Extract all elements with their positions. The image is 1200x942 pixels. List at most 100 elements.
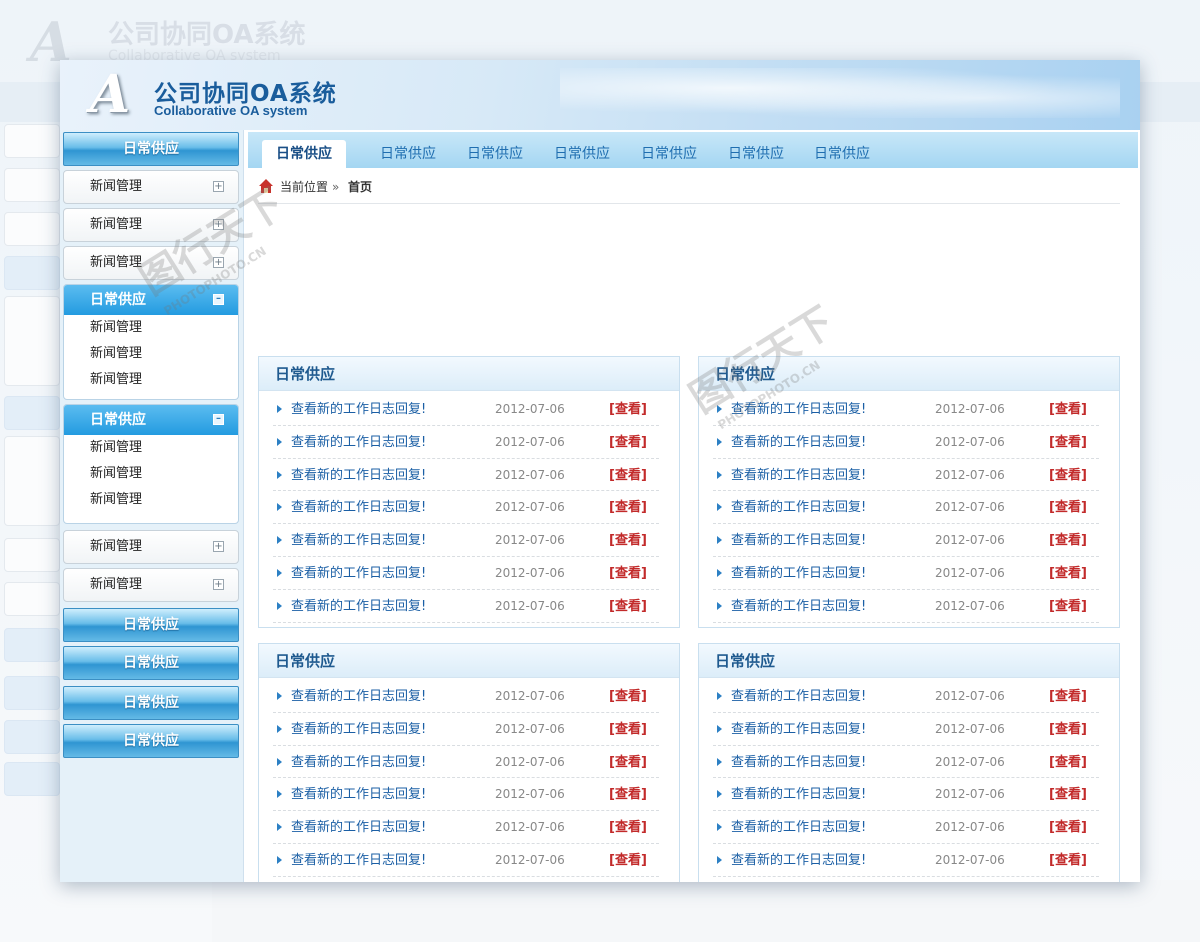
- view-link[interactable]: [查看]: [609, 524, 647, 557]
- item-title-link[interactable]: 查看新的工作日志回复!: [291, 877, 426, 882]
- view-link[interactable]: [查看]: [1049, 557, 1087, 590]
- item-title-link[interactable]: 查看新的工作日志回复!: [291, 491, 426, 524]
- item-title-link[interactable]: 查看新的工作日志回复!: [291, 746, 426, 779]
- tab[interactable]: 日常供应: [366, 140, 450, 168]
- item-title-link[interactable]: 查看新的工作日志回复!: [731, 877, 866, 882]
- minus-icon[interactable]: –: [213, 414, 224, 425]
- item-title-link[interactable]: 查看新的工作日志回复!: [291, 778, 426, 811]
- view-link[interactable]: [查看]: [609, 877, 647, 882]
- item-title-link[interactable]: 查看新的工作日志回复!: [291, 844, 426, 877]
- view-link[interactable]: [查看]: [1049, 778, 1087, 811]
- sidebar-group-header[interactable]: 日常供应 –: [64, 285, 238, 315]
- item-date: 2012-07-06: [495, 754, 565, 769]
- view-link[interactable]: [查看]: [609, 778, 647, 811]
- item-title-link[interactable]: 查看新的工作日志回复!: [731, 590, 866, 623]
- tab[interactable]: 日常供应: [540, 140, 624, 168]
- item-date: 2012-07-06: [935, 598, 1005, 613]
- view-link[interactable]: [查看]: [609, 459, 647, 492]
- item-title-link[interactable]: 查看新的工作日志回复!: [291, 590, 426, 623]
- view-link[interactable]: [查看]: [1049, 680, 1087, 713]
- item-title-link[interactable]: 查看新的工作日志回复!: [291, 524, 426, 557]
- item-title-link[interactable]: 查看新的工作日志回复!: [731, 713, 866, 746]
- view-link[interactable]: [查看]: [1049, 811, 1087, 844]
- item-title-link[interactable]: 查看新的工作日志回复!: [731, 491, 866, 524]
- item-title-link[interactable]: 查看新的工作日志回复!: [731, 557, 866, 590]
- item-title-link[interactable]: 查看新的工作日志回复!: [731, 393, 866, 426]
- sidebar-subitem[interactable]: 新闻管理: [64, 367, 238, 393]
- item-title-link[interactable]: 查看新的工作日志回复!: [731, 811, 866, 844]
- main-content: 日常供应 日常供应 日常供应 日常供应 日常供应 日常供应 日常供应 当前位置 …: [244, 130, 1140, 882]
- sidebar-category-top[interactable]: 日常供应: [63, 132, 239, 166]
- minus-icon[interactable]: –: [213, 294, 224, 305]
- breadcrumb-current[interactable]: 首页: [348, 178, 372, 196]
- view-link[interactable]: [查看]: [1049, 524, 1087, 557]
- item-title-link[interactable]: 查看新的工作日志回复!: [731, 426, 866, 459]
- view-link[interactable]: [查看]: [609, 680, 647, 713]
- view-link[interactable]: [查看]: [1049, 746, 1087, 779]
- plus-icon[interactable]: +: [213, 219, 224, 230]
- sidebar-subitem[interactable]: 新闻管理: [64, 487, 238, 513]
- view-link[interactable]: [查看]: [609, 393, 647, 426]
- sidebar-category[interactable]: 日常供应: [63, 608, 239, 642]
- sidebar-item-news[interactable]: 新闻管理 +: [63, 530, 239, 564]
- tab[interactable]: 日常供应: [800, 140, 884, 168]
- item-title-link[interactable]: 查看新的工作日志回复!: [731, 746, 866, 779]
- view-link[interactable]: [查看]: [1049, 844, 1087, 877]
- item-title-link[interactable]: 查看新的工作日志回复!: [291, 393, 426, 426]
- home-icon[interactable]: [258, 178, 274, 194]
- plus-icon[interactable]: +: [213, 579, 224, 590]
- item-title-link[interactable]: 查看新的工作日志回复!: [291, 557, 426, 590]
- view-link[interactable]: [查看]: [609, 746, 647, 779]
- view-link[interactable]: [查看]: [1049, 459, 1087, 492]
- sidebar-category[interactable]: 日常供应: [63, 686, 239, 720]
- view-link[interactable]: [查看]: [1049, 877, 1087, 882]
- view-link[interactable]: [查看]: [1049, 426, 1087, 459]
- view-link[interactable]: [查看]: [609, 491, 647, 524]
- sidebar-group-header[interactable]: 日常供应 –: [64, 405, 238, 435]
- view-link[interactable]: [查看]: [609, 844, 647, 877]
- view-link[interactable]: [查看]: [1049, 713, 1087, 746]
- item-title-link[interactable]: 查看新的工作日志回复!: [731, 524, 866, 557]
- sidebar-item-label: 新闻管理: [90, 539, 143, 554]
- sidebar-item-news[interactable]: 新闻管理 +: [63, 568, 239, 602]
- sidebar-subitem[interactable]: 新闻管理: [64, 461, 238, 487]
- sidebar-item-news[interactable]: 新闻管理 +: [63, 208, 239, 242]
- item-title-link[interactable]: 查看新的工作日志回复!: [731, 778, 866, 811]
- view-link[interactable]: [查看]: [609, 590, 647, 623]
- view-link[interactable]: [查看]: [609, 713, 647, 746]
- view-link[interactable]: [查看]: [609, 426, 647, 459]
- item-date: 2012-07-06: [495, 721, 565, 736]
- sidebar-subitem[interactable]: 新闻管理: [64, 341, 238, 367]
- breadcrumb: 当前位置 » 首页: [258, 178, 1120, 204]
- item-title-link[interactable]: 查看新的工作日志回复!: [731, 680, 866, 713]
- list-item: 查看新的工作日志回复! 2012-07-06 [查看]: [273, 746, 659, 779]
- plus-icon[interactable]: +: [213, 541, 224, 552]
- item-title-link[interactable]: 查看新的工作日志回复!: [291, 713, 426, 746]
- tab[interactable]: 日常供应: [453, 140, 537, 168]
- plus-icon[interactable]: +: [213, 257, 224, 268]
- plus-icon[interactable]: +: [213, 181, 224, 192]
- sidebar-subitem[interactable]: 新闻管理: [64, 315, 238, 341]
- item-date: 2012-07-06: [495, 820, 565, 835]
- item-title-link[interactable]: 查看新的工作日志回复!: [731, 844, 866, 877]
- sidebar-subitem[interactable]: 新闻管理: [64, 435, 238, 461]
- item-title-link[interactable]: 查看新的工作日志回复!: [731, 459, 866, 492]
- panel-title: 日常供应: [699, 644, 1119, 678]
- item-title-link[interactable]: 查看新的工作日志回复!: [291, 426, 426, 459]
- sidebar-category[interactable]: 日常供应: [63, 724, 239, 758]
- item-title-link[interactable]: 查看新的工作日志回复!: [291, 811, 426, 844]
- tab-active[interactable]: 日常供应: [262, 140, 346, 168]
- view-link[interactable]: [查看]: [1049, 590, 1087, 623]
- tab[interactable]: 日常供应: [627, 140, 711, 168]
- sidebar-category[interactable]: 日常供应: [63, 646, 239, 680]
- item-title-link[interactable]: 查看新的工作日志回复!: [291, 459, 426, 492]
- sidebar-item-news[interactable]: 新闻管理 +: [63, 246, 239, 280]
- tab[interactable]: 日常供应: [714, 140, 798, 168]
- item-title-link[interactable]: 查看新的工作日志回复!: [291, 680, 426, 713]
- sidebar-item-news[interactable]: 新闻管理 +: [63, 170, 239, 204]
- view-link[interactable]: [查看]: [609, 811, 647, 844]
- view-link[interactable]: [查看]: [1049, 393, 1087, 426]
- list-item: 查看新的工作日志回复! 2012-07-06 [查看]: [273, 426, 659, 459]
- view-link[interactable]: [查看]: [1049, 491, 1087, 524]
- view-link[interactable]: [查看]: [609, 557, 647, 590]
